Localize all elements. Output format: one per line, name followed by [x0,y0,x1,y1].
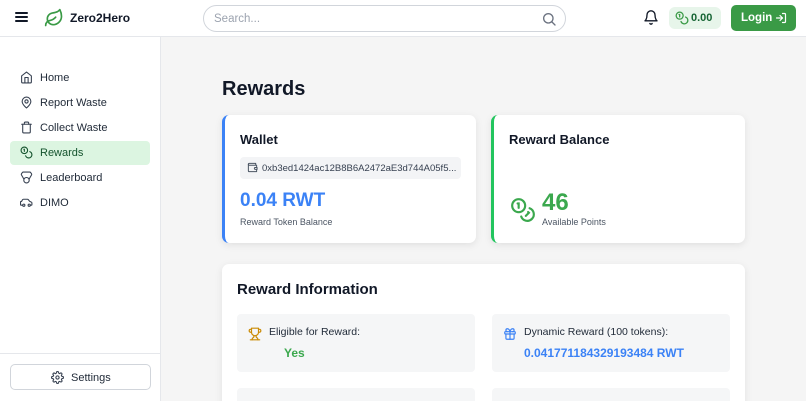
trophy-icon [248,327,262,341]
reward-balance-title: Reward Balance [509,132,610,147]
map-pin-icon [21,96,32,109]
bell-icon[interactable] [643,9,659,26]
info-box-placeholder [237,388,475,401]
dynamic-reward-box: Dynamic Reward (100 tokens): 0.041771184… [492,314,730,372]
eligible-value: Yes [284,346,305,360]
sidebar-item-dimo[interactable]: DIMO [10,191,150,215]
settings-label: Settings [71,372,111,384]
coins-icon [20,146,33,159]
wallet-icon [247,162,258,173]
wallet-card: Wallet 0xb3ed1424ac12B8B6A2472aE3d744A05… [222,115,476,243]
log-in-icon [775,12,787,24]
sidebar-divider [0,353,160,354]
reward-balance-card: Reward Balance 46 Available Points [491,115,745,243]
wallet-address-box: 0xb3ed1424ac12B8B6A2472aE3d744A05f5... [240,157,461,179]
wallet-title: Wallet [240,132,278,147]
points-caption: Available Points [542,217,606,227]
login-label: Login [741,12,773,24]
dynamic-reward-value: 0.041771184329193484 RWT [524,346,684,360]
search-icon[interactable] [541,11,557,27]
sidebar-item-label: Leaderboard [40,172,103,184]
dynamic-reward-label: Dynamic Reward (100 tokens): [524,326,669,338]
sidebar-item-label: Collect Waste [40,122,108,134]
sidebar-item-rewards[interactable]: Rewards [10,141,150,165]
login-button[interactable]: Login [731,5,796,31]
settings-button[interactable]: Settings [10,364,151,390]
medal-icon [20,171,33,184]
gear-icon [51,371,64,384]
page-title: Rewards [222,78,306,100]
sidebar-item-home[interactable]: Home [10,66,150,90]
search-bar[interactable] [203,5,566,32]
sidebar-item-label: Report Waste [40,97,107,109]
reward-information-title: Reward Information [237,281,378,298]
sidebar-item-report-waste[interactable]: Report Waste [10,91,150,115]
sidebar-item-label: Home [40,72,70,84]
rwt-amount: 0.04 RWT [240,190,326,211]
wallet-address: 0xb3ed1424ac12B8B6A2472aE3d744A05f5... [262,163,457,174]
top-header: Zero2Hero 0.00 Login [0,0,806,37]
hamburger-menu-icon[interactable] [14,10,30,26]
eligible-label: Eligible for Reward: [269,326,361,338]
search-input[interactable] [214,10,534,28]
sidebar: Home Report Waste Collect Waste Rewards … [0,37,161,401]
reward-information-card: Reward Information Eligible for Reward: … [222,264,745,401]
sidebar-item-leaderboard[interactable]: Leaderboard [10,166,150,190]
points-value: 46 [542,189,569,216]
leaf-logo-icon [44,8,63,27]
trash-icon [21,121,32,134]
sidebar-item-collect-waste[interactable]: Collect Waste [10,116,150,140]
coins-icon [511,198,535,222]
coins-icon [675,11,689,25]
sidebar-item-label: Rewards [40,147,84,159]
eligibility-box: Eligible for Reward: Yes [237,314,475,372]
home-icon [21,71,32,84]
rwt-caption: Reward Token Balance [240,217,333,227]
info-box-placeholder [492,388,730,401]
balance-value: 0.00 [691,12,713,24]
sidebar-item-label: DIMO [40,197,69,209]
gift-icon [504,328,516,340]
car-icon [20,198,33,207]
balance-badge: 0.00 [669,7,721,29]
brand-name: Zero2Hero [70,11,131,25]
